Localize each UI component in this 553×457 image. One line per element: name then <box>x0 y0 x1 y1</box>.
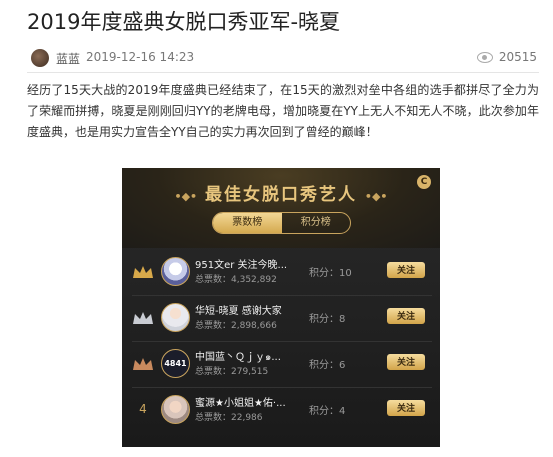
rank-crown-gold <box>132 264 154 282</box>
anchor-name[interactable]: 中国蓝丶Ｑｊｙ๑... <box>195 348 310 365</box>
follow-button[interactable]: 关注 <box>387 262 425 278</box>
ranking-title-text: 最佳女脱口秀艺人 <box>205 185 357 205</box>
ranking-row: 华短-晓夏 感谢大家 总票数：2,898,666 积分：8 关注 <box>122 298 440 340</box>
avatar[interactable] <box>161 257 190 286</box>
publish-date: 2019-12-16 14:23 <box>86 50 195 64</box>
author-avatar[interactable] <box>31 49 49 67</box>
crown-icon <box>133 312 153 324</box>
follow-button[interactable]: 关注 <box>387 308 425 324</box>
tab-points[interactable]: 积分榜 <box>282 213 351 233</box>
rank-crown-silver <box>132 310 154 328</box>
ranking-title: •◆• 最佳女脱口秀艺人 •◆• <box>122 180 440 205</box>
decor-dots-right-icon: •◆• <box>364 190 388 203</box>
ranking-card-header: C •◆• 最佳女脱口秀艺人 •◆• 票数榜 积分榜 <box>122 168 440 248</box>
avatar[interactable]: 4841 <box>161 349 190 378</box>
crown-icon <box>133 266 153 278</box>
anchor-name[interactable]: 951文er 关注今晚... <box>195 256 310 271</box>
total-votes: 总票数：2,898,666 <box>195 321 277 331</box>
article-body: 经历了15天大战的2019年度盛典已经结束了，在15天的激烈对垒中各组的选手都拼… <box>27 83 539 139</box>
ranking-card: C •◆• 最佳女脱口秀艺人 •◆• 票数榜 积分榜 951文er 关注今晚..… <box>122 168 440 447</box>
score: 积分：10 <box>309 268 352 279</box>
crown-icon <box>133 358 153 370</box>
follow-button[interactable]: 关注 <box>387 354 425 370</box>
follow-button[interactable]: 关注 <box>387 400 425 416</box>
avatar[interactable] <box>161 395 190 424</box>
view-count: 20515 <box>476 50 537 64</box>
decor-dots-left-icon: •◆• <box>174 190 198 203</box>
avatar[interactable] <box>161 303 190 332</box>
row-divider <box>132 295 432 296</box>
score: 积分：4 <box>309 406 346 417</box>
author-name[interactable]: 蓝蓝 <box>56 50 80 67</box>
score: 积分：6 <box>309 360 346 371</box>
ranking-row: 4 蜜源★小姐姐★佑·... 总票数：22,986 积分：4 关注 <box>122 390 440 432</box>
tab-votes[interactable]: 票数榜 <box>213 213 282 233</box>
ranking-row: 4841 中国蓝丶Ｑｊｙ๑... 总票数：279,515 积分：6 关注 <box>122 344 440 386</box>
total-votes: 总票数：4,352,892 <box>195 275 277 285</box>
divider <box>27 72 539 73</box>
rank-number: 4 <box>139 402 147 416</box>
score: 积分：8 <box>309 314 346 325</box>
view-count-value: 20515 <box>498 50 537 64</box>
ranking-row: 951文er 关注今晚... 总票数：4,352,892 积分：10 关注 <box>122 252 440 294</box>
anchor-name[interactable]: 蜜源★小姐姐★佑·... <box>195 394 310 409</box>
article-meta: 蓝蓝 2019-12-16 14:23 20515 <box>27 46 539 70</box>
eye-icon <box>476 51 493 63</box>
article-title: 2019年度盛典女脱口秀亚军-晓夏 <box>27 10 341 34</box>
ranking-tabs: 票数榜 积分榜 <box>212 212 351 234</box>
total-votes: 总票数：279,515 <box>195 367 269 377</box>
row-divider <box>132 341 432 342</box>
rank-crown-bronze <box>132 356 154 374</box>
anchor-name[interactable]: 华短-晓夏 感谢大家 <box>195 302 310 317</box>
row-divider <box>132 387 432 388</box>
total-votes: 总票数：22,986 <box>195 413 263 423</box>
